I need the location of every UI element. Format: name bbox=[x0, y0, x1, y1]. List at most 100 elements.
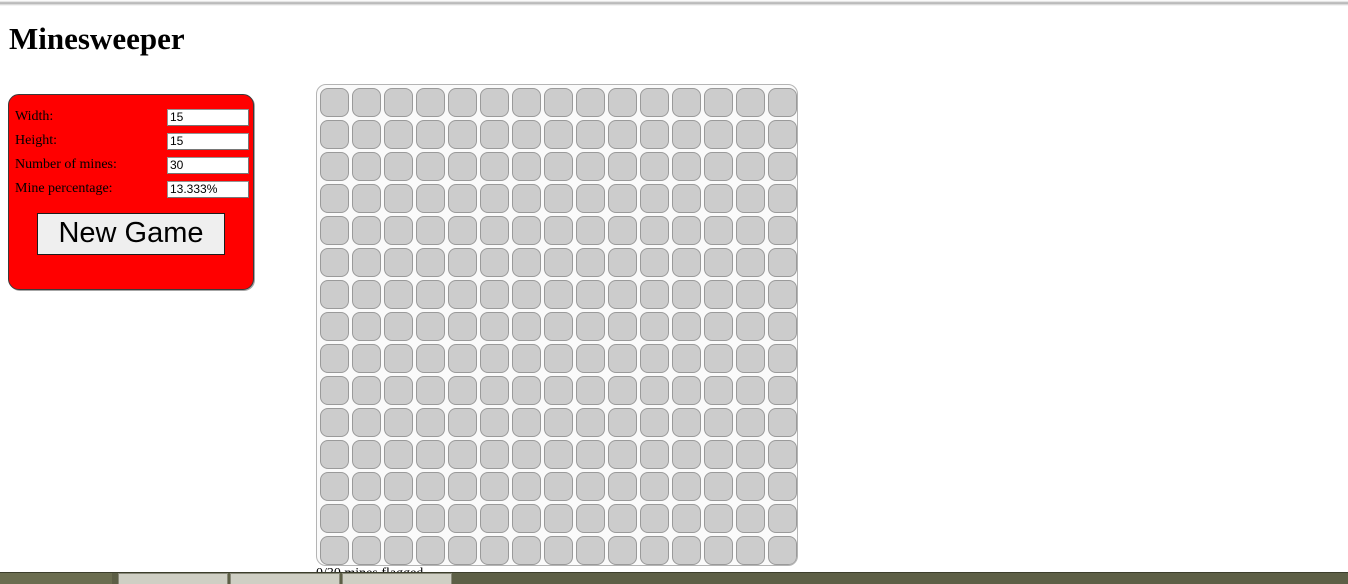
board-cell-surface[interactable] bbox=[479, 311, 509, 341]
board-cell[interactable] bbox=[414, 470, 446, 502]
board-cell[interactable] bbox=[318, 534, 350, 565]
board-cell[interactable] bbox=[478, 374, 510, 406]
board-cell-surface[interactable] bbox=[639, 535, 669, 565]
board-cell-surface[interactable] bbox=[415, 375, 445, 405]
board-cell-surface[interactable] bbox=[447, 407, 477, 437]
board-cell[interactable] bbox=[510, 182, 542, 214]
board-cell-surface[interactable] bbox=[447, 503, 477, 533]
board-cell[interactable] bbox=[382, 214, 414, 246]
board-cell-surface[interactable] bbox=[607, 215, 637, 245]
board-cell[interactable] bbox=[542, 406, 574, 438]
board-cell[interactable] bbox=[574, 182, 606, 214]
board-cell-surface[interactable] bbox=[639, 215, 669, 245]
board-cell[interactable] bbox=[574, 406, 606, 438]
board-cell[interactable] bbox=[670, 374, 702, 406]
board-cell[interactable] bbox=[542, 150, 574, 182]
board-cell[interactable] bbox=[318, 406, 350, 438]
board-cell-surface[interactable] bbox=[415, 87, 445, 117]
board-cell[interactable] bbox=[766, 406, 797, 438]
board-cell-surface[interactable] bbox=[639, 471, 669, 501]
board-cell[interactable] bbox=[574, 118, 606, 150]
board-cell-surface[interactable] bbox=[511, 439, 541, 469]
board-cell-surface[interactable] bbox=[415, 407, 445, 437]
board-cell-surface[interactable] bbox=[319, 151, 349, 181]
board-cell[interactable] bbox=[318, 310, 350, 342]
board-cell[interactable] bbox=[350, 278, 382, 310]
board-cell-surface[interactable] bbox=[607, 151, 637, 181]
board-cell[interactable] bbox=[414, 182, 446, 214]
board-cell[interactable] bbox=[510, 374, 542, 406]
board-cell-surface[interactable] bbox=[383, 503, 413, 533]
board-cell-surface[interactable] bbox=[703, 471, 733, 501]
board-cell[interactable] bbox=[574, 150, 606, 182]
taskbar-start-button[interactable] bbox=[0, 573, 112, 584]
board-cell-surface[interactable] bbox=[575, 215, 605, 245]
board-cell[interactable] bbox=[446, 86, 478, 118]
board-cell-surface[interactable] bbox=[671, 503, 701, 533]
board-cell[interactable] bbox=[606, 310, 638, 342]
board-cell-surface[interactable] bbox=[543, 375, 573, 405]
board-cell[interactable] bbox=[670, 438, 702, 470]
board-cell-surface[interactable] bbox=[703, 407, 733, 437]
board-cell[interactable] bbox=[318, 150, 350, 182]
board-cell[interactable] bbox=[702, 374, 734, 406]
board-cell-surface[interactable] bbox=[575, 375, 605, 405]
board-cell-surface[interactable] bbox=[319, 343, 349, 373]
board-cell-surface[interactable] bbox=[671, 215, 701, 245]
board-cell[interactable] bbox=[382, 246, 414, 278]
board-cell[interactable] bbox=[702, 214, 734, 246]
board-cell[interactable] bbox=[606, 118, 638, 150]
board-cell[interactable] bbox=[606, 342, 638, 374]
board-cell-surface[interactable] bbox=[447, 87, 477, 117]
board-cell-surface[interactable] bbox=[415, 279, 445, 309]
board-cell[interactable] bbox=[478, 214, 510, 246]
board-cell[interactable] bbox=[574, 470, 606, 502]
board-cell[interactable] bbox=[606, 182, 638, 214]
board-cell[interactable] bbox=[734, 118, 766, 150]
board-cell[interactable] bbox=[574, 86, 606, 118]
board-cell-surface[interactable] bbox=[703, 375, 733, 405]
board-cell-surface[interactable] bbox=[383, 311, 413, 341]
board-cell-surface[interactable] bbox=[511, 407, 541, 437]
board-cell-surface[interactable] bbox=[447, 183, 477, 213]
board-cell[interactable] bbox=[382, 470, 414, 502]
board-cell-surface[interactable] bbox=[479, 87, 509, 117]
board-cell[interactable] bbox=[382, 150, 414, 182]
board-cell-surface[interactable] bbox=[703, 215, 733, 245]
board-cell-surface[interactable] bbox=[479, 215, 509, 245]
board-cell-surface[interactable] bbox=[447, 535, 477, 565]
board-cell[interactable] bbox=[702, 118, 734, 150]
board-cell[interactable] bbox=[318, 86, 350, 118]
board-cell-surface[interactable] bbox=[511, 87, 541, 117]
board-cell-surface[interactable] bbox=[415, 439, 445, 469]
board-cell[interactable] bbox=[446, 406, 478, 438]
board-cell-surface[interactable] bbox=[351, 407, 381, 437]
board-cell-surface[interactable] bbox=[351, 247, 381, 277]
board-cell[interactable] bbox=[414, 278, 446, 310]
board-cell[interactable] bbox=[766, 438, 797, 470]
board-cell-surface[interactable] bbox=[735, 503, 765, 533]
board-cell-surface[interactable] bbox=[479, 119, 509, 149]
board-cell-surface[interactable] bbox=[543, 503, 573, 533]
board-cell[interactable] bbox=[670, 406, 702, 438]
width-input[interactable] bbox=[167, 108, 249, 126]
board-cell-surface[interactable] bbox=[639, 279, 669, 309]
board-cell-surface[interactable] bbox=[479, 407, 509, 437]
board-cell-surface[interactable] bbox=[735, 247, 765, 277]
board-cell[interactable] bbox=[382, 118, 414, 150]
board-cell[interactable] bbox=[766, 214, 797, 246]
board-cell-surface[interactable] bbox=[447, 279, 477, 309]
board-cell-surface[interactable] bbox=[543, 247, 573, 277]
board-cell[interactable] bbox=[446, 246, 478, 278]
board-cell-surface[interactable] bbox=[703, 151, 733, 181]
board-cell[interactable] bbox=[542, 438, 574, 470]
board-cell-surface[interactable] bbox=[351, 343, 381, 373]
board-cell[interactable] bbox=[670, 278, 702, 310]
board-cell[interactable] bbox=[542, 310, 574, 342]
board-cell[interactable] bbox=[446, 278, 478, 310]
board-cell[interactable] bbox=[382, 406, 414, 438]
board-cell-surface[interactable] bbox=[479, 375, 509, 405]
board-cell-surface[interactable] bbox=[543, 311, 573, 341]
board-cell[interactable] bbox=[606, 438, 638, 470]
board-cell-surface[interactable] bbox=[383, 375, 413, 405]
